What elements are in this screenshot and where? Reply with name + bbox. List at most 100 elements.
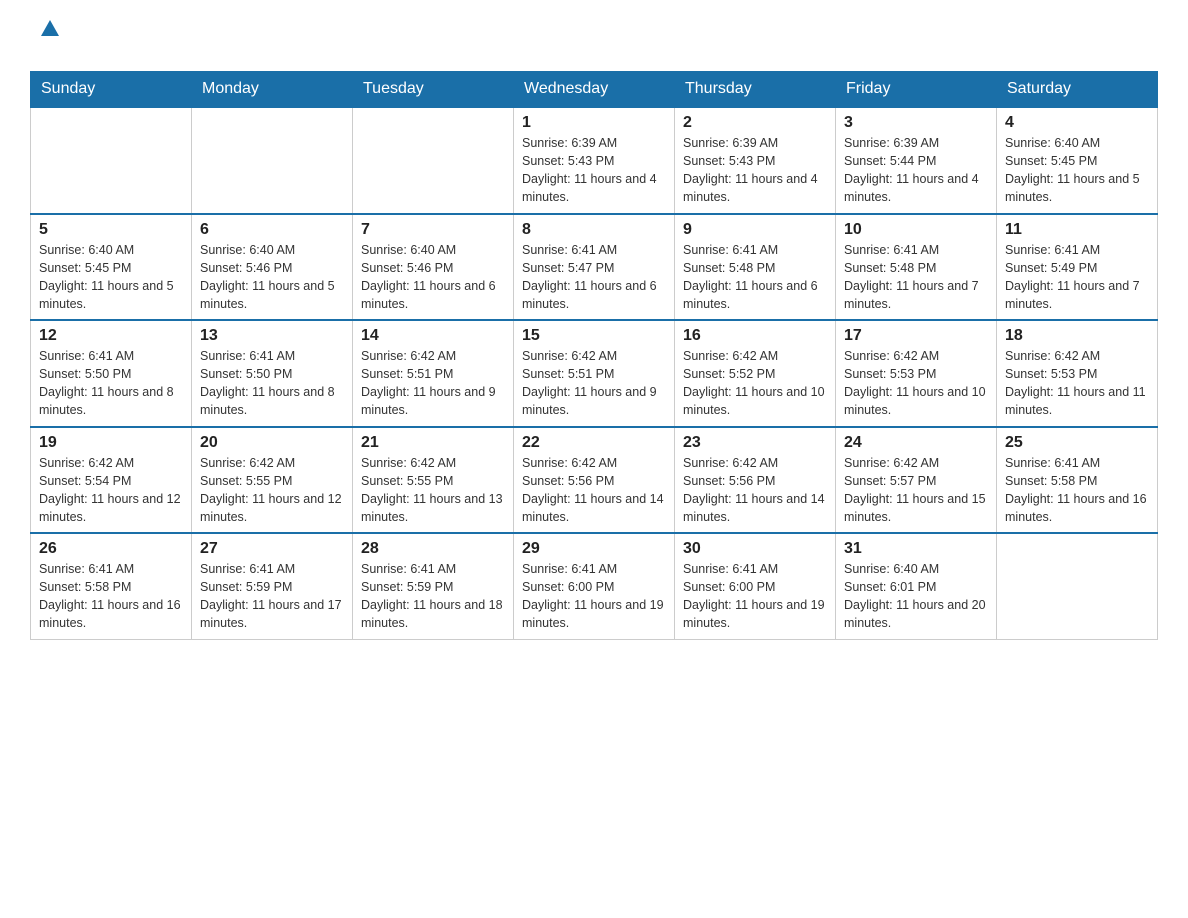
calendar-cell: 27 Sunrise: 6:41 AMSunset: 5:59 PMDayligh… <box>192 533 353 639</box>
day-number: 17 <box>844 327 988 345</box>
day-info: Sunrise: 6:42 AMSunset: 5:54 PMDaylight:… <box>39 454 183 527</box>
day-info: Sunrise: 6:40 AMSunset: 6:01 PMDaylight:… <box>844 560 988 633</box>
day-info: Sunrise: 6:41 AMSunset: 5:59 PMDaylight:… <box>361 560 505 633</box>
day-info: Sunrise: 6:40 AMSunset: 5:45 PMDaylight:… <box>1005 134 1149 207</box>
logo-icon <box>30 20 68 61</box>
weekday-header-friday: Friday <box>836 72 997 108</box>
calendar-cell: 5 Sunrise: 6:40 AMSunset: 5:45 PMDaylight… <box>31 214 192 321</box>
calendar-cell: 1 Sunrise: 6:39 AMSunset: 5:43 PMDaylight… <box>514 107 675 214</box>
weekday-header-wednesday: Wednesday <box>514 72 675 108</box>
calendar-cell: 22 Sunrise: 6:42 AMSunset: 5:56 PMDayligh… <box>514 427 675 534</box>
day-info: Sunrise: 6:41 AMSunset: 5:59 PMDaylight:… <box>200 560 344 633</box>
day-info: Sunrise: 6:41 AMSunset: 5:48 PMDaylight:… <box>683 241 827 314</box>
calendar-cell: 21 Sunrise: 6:42 AMSunset: 5:55 PMDayligh… <box>353 427 514 534</box>
day-number: 20 <box>200 434 344 452</box>
calendar-cell: 24 Sunrise: 6:42 AMSunset: 5:57 PMDayligh… <box>836 427 997 534</box>
weekday-header-row: SundayMondayTuesdayWednesdayThursdayFrid… <box>31 72 1158 108</box>
day-number: 11 <box>1005 221 1149 239</box>
day-info: Sunrise: 6:42 AMSunset: 5:52 PMDaylight:… <box>683 347 827 420</box>
day-number: 22 <box>522 434 666 452</box>
day-number: 23 <box>683 434 827 452</box>
calendar-cell: 2Sunrise: 6:39 AMSunset: 5:43 PMDaylight… <box>675 107 836 214</box>
day-info: Sunrise: 6:42 AMSunset: 5:51 PMDaylight:… <box>361 347 505 420</box>
day-info: Sunrise: 6:41 AMSunset: 5:48 PMDaylight:… <box>844 241 988 314</box>
calendar-cell: 29 Sunrise: 6:41 AMSunset: 6:00 PMDayligh… <box>514 533 675 639</box>
calendar-cell: 14 Sunrise: 6:42 AMSunset: 5:51 PMDayligh… <box>353 320 514 427</box>
week-row-5: 26 Sunrise: 6:41 AMSunset: 5:58 PMDayligh… <box>31 533 1158 639</box>
day-info: Sunrise: 6:42 AMSunset: 5:53 PMDaylight:… <box>1005 347 1149 420</box>
day-number: 12 <box>39 327 183 345</box>
day-number: 1 <box>522 114 666 132</box>
calendar-cell: 7Sunrise: 6:40 AMSunset: 5:46 PMDaylight… <box>353 214 514 321</box>
day-info: Sunrise: 6:41 AMSunset: 6:00 PMDaylight:… <box>683 560 827 633</box>
calendar-cell: 13 Sunrise: 6:41 AMSunset: 5:50 PMDayligh… <box>192 320 353 427</box>
calendar-cell: 31 Sunrise: 6:40 AMSunset: 6:01 PMDayligh… <box>836 533 997 639</box>
day-number: 25 <box>1005 434 1149 452</box>
calendar-cell: 6 Sunrise: 6:40 AMSunset: 5:46 PMDaylight… <box>192 214 353 321</box>
calendar-cell: 30Sunrise: 6:41 AMSunset: 6:00 PMDayligh… <box>675 533 836 639</box>
calendar-cell: 17Sunrise: 6:42 AMSunset: 5:53 PMDayligh… <box>836 320 997 427</box>
day-info: Sunrise: 6:41 AMSunset: 5:49 PMDaylight:… <box>1005 241 1149 314</box>
day-info: Sunrise: 6:42 AMSunset: 5:57 PMDaylight:… <box>844 454 988 527</box>
calendar-cell: 15 Sunrise: 6:42 AMSunset: 5:51 PMDayligh… <box>514 320 675 427</box>
day-info: Sunrise: 6:42 AMSunset: 5:56 PMDaylight:… <box>683 454 827 527</box>
day-number: 24 <box>844 434 988 452</box>
day-info: Sunrise: 6:41 AMSunset: 5:50 PMDaylight:… <box>200 347 344 420</box>
day-info: Sunrise: 6:40 AMSunset: 5:46 PMDaylight:… <box>200 241 344 314</box>
day-number: 13 <box>200 327 344 345</box>
day-info: Sunrise: 6:42 AMSunset: 5:51 PMDaylight:… <box>522 347 666 420</box>
day-number: 14 <box>361 327 505 345</box>
page-header <box>30 20 1158 61</box>
day-info: Sunrise: 6:42 AMSunset: 5:55 PMDaylight:… <box>361 454 505 527</box>
calendar-cell: 12 Sunrise: 6:41 AMSunset: 5:50 PMDayligh… <box>31 320 192 427</box>
calendar-cell <box>353 107 514 214</box>
day-info: Sunrise: 6:39 AMSunset: 5:43 PMDaylight:… <box>683 134 827 207</box>
calendar-cell: 25 Sunrise: 6:41 AMSunset: 5:58 PMDayligh… <box>997 427 1158 534</box>
week-row-1: 1 Sunrise: 6:39 AMSunset: 5:43 PMDaylight… <box>31 107 1158 214</box>
day-number: 6 <box>200 221 344 239</box>
day-info: Sunrise: 6:41 AMSunset: 5:58 PMDaylight:… <box>1005 454 1149 527</box>
calendar-cell: 8Sunrise: 6:41 AMSunset: 5:47 PMDaylight… <box>514 214 675 321</box>
weekday-header-sunday: Sunday <box>31 72 192 108</box>
day-number: 26 <box>39 540 183 558</box>
day-info: Sunrise: 6:40 AMSunset: 5:46 PMDaylight:… <box>361 241 505 314</box>
calendar-cell: 16Sunrise: 6:42 AMSunset: 5:52 PMDayligh… <box>675 320 836 427</box>
day-number: 19 <box>39 434 183 452</box>
day-number: 27 <box>200 540 344 558</box>
day-number: 5 <box>39 221 183 239</box>
calendar-cell: 20Sunrise: 6:42 AMSunset: 5:55 PMDayligh… <box>192 427 353 534</box>
calendar-table: SundayMondayTuesdayWednesdayThursdayFrid… <box>30 71 1158 640</box>
day-number: 10 <box>844 221 988 239</box>
week-row-2: 5 Sunrise: 6:40 AMSunset: 5:45 PMDaylight… <box>31 214 1158 321</box>
day-info: Sunrise: 6:41 AMSunset: 5:58 PMDaylight:… <box>39 560 183 633</box>
calendar-cell: 4 Sunrise: 6:40 AMSunset: 5:45 PMDaylight… <box>997 107 1158 214</box>
calendar-cell: 10 Sunrise: 6:41 AMSunset: 5:48 PMDayligh… <box>836 214 997 321</box>
weekday-header-saturday: Saturday <box>997 72 1158 108</box>
calendar-cell: 3Sunrise: 6:39 AMSunset: 5:44 PMDaylight… <box>836 107 997 214</box>
day-info: Sunrise: 6:39 AMSunset: 5:43 PMDaylight:… <box>522 134 666 207</box>
day-number: 29 <box>522 540 666 558</box>
calendar-cell: 9Sunrise: 6:41 AMSunset: 5:48 PMDaylight… <box>675 214 836 321</box>
calendar-cell <box>31 107 192 214</box>
calendar-cell <box>997 533 1158 639</box>
day-number: 31 <box>844 540 988 558</box>
weekday-header-thursday: Thursday <box>675 72 836 108</box>
calendar-cell: 18 Sunrise: 6:42 AMSunset: 5:53 PMDayligh… <box>997 320 1158 427</box>
day-info: Sunrise: 6:39 AMSunset: 5:44 PMDaylight:… <box>844 134 988 207</box>
day-info: Sunrise: 6:41 AMSunset: 5:50 PMDaylight:… <box>39 347 183 420</box>
weekday-header-monday: Monday <box>192 72 353 108</box>
calendar-cell: 19 Sunrise: 6:42 AMSunset: 5:54 PMDayligh… <box>31 427 192 534</box>
calendar-cell: 11 Sunrise: 6:41 AMSunset: 5:49 PMDayligh… <box>997 214 1158 321</box>
calendar-cell: 28Sunrise: 6:41 AMSunset: 5:59 PMDayligh… <box>353 533 514 639</box>
day-number: 21 <box>361 434 505 452</box>
day-number: 4 <box>1005 114 1149 132</box>
calendar-cell: 26 Sunrise: 6:41 AMSunset: 5:58 PMDayligh… <box>31 533 192 639</box>
day-info: Sunrise: 6:42 AMSunset: 5:56 PMDaylight:… <box>522 454 666 527</box>
day-info: Sunrise: 6:40 AMSunset: 5:45 PMDaylight:… <box>39 241 183 314</box>
calendar-cell: 23 Sunrise: 6:42 AMSunset: 5:56 PMDayligh… <box>675 427 836 534</box>
week-row-4: 19 Sunrise: 6:42 AMSunset: 5:54 PMDayligh… <box>31 427 1158 534</box>
day-number: 18 <box>1005 327 1149 345</box>
week-row-3: 12 Sunrise: 6:41 AMSunset: 5:50 PMDayligh… <box>31 320 1158 427</box>
day-number: 15 <box>522 327 666 345</box>
day-info: Sunrise: 6:41 AMSunset: 6:00 PMDaylight:… <box>522 560 666 633</box>
